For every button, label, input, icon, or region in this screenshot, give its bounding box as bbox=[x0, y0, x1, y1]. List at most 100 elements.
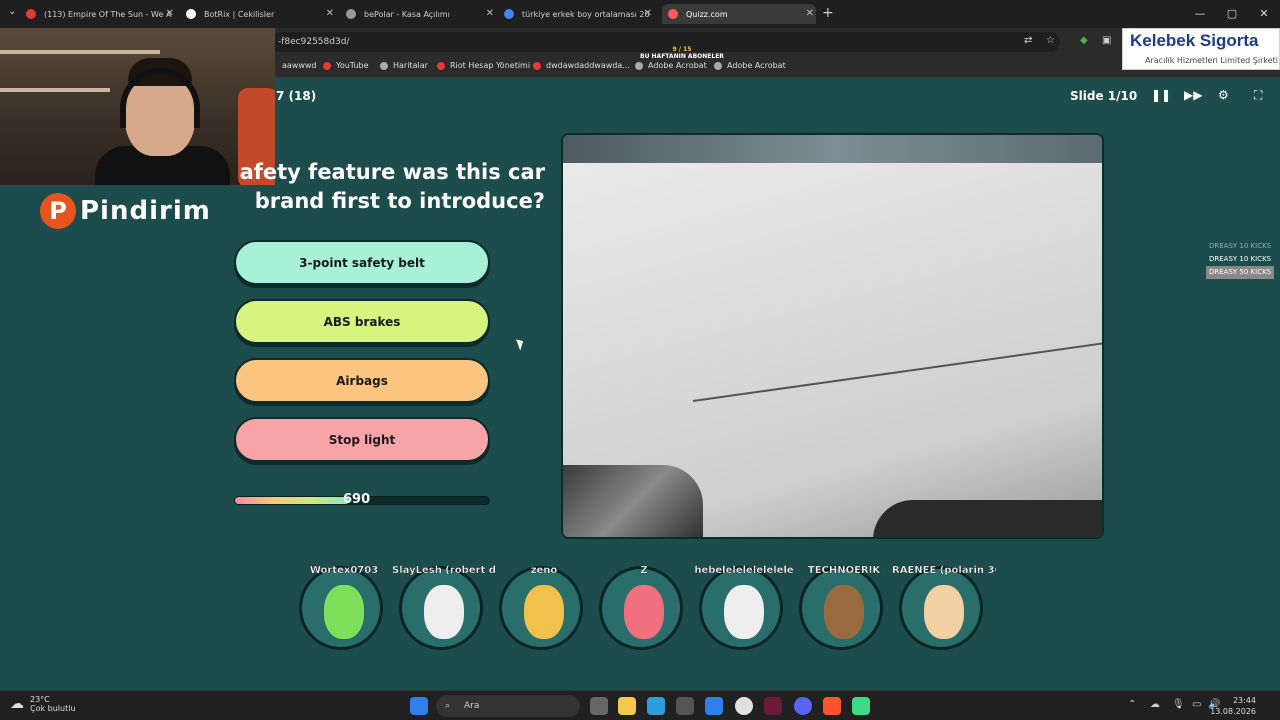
shield-icon[interactable]: ◆ bbox=[1080, 35, 1088, 46]
answer-option-3[interactable]: Airbags bbox=[234, 358, 490, 403]
tab-quizz[interactable]: Quizz.com ✕ bbox=[662, 4, 816, 24]
car-windshield bbox=[563, 135, 1102, 163]
question-image bbox=[561, 133, 1104, 539]
globe-icon bbox=[380, 61, 388, 70]
close-icon[interactable]: ✕ bbox=[326, 8, 334, 19]
clock-date: 13.08.2026 bbox=[1210, 707, 1256, 716]
avatar-face bbox=[924, 585, 964, 639]
close-icon[interactable]: ✕ bbox=[806, 8, 814, 19]
avatar-face bbox=[824, 585, 864, 639]
edge-icon[interactable] bbox=[647, 697, 665, 715]
pause-icon[interactable]: ❚❚ bbox=[1151, 88, 1171, 102]
fast-forward-icon[interactable]: ▶▶ bbox=[1184, 88, 1202, 102]
tab-bepolar[interactable]: bePolar - Kasa Açılımı ✕ bbox=[346, 4, 496, 24]
extensions-icon[interactable]: ▣ bbox=[1102, 35, 1111, 46]
shelf bbox=[0, 50, 160, 54]
kicks-alerts: DREASY 10 KICKS DREASY 10 KICKS DREASY 5… bbox=[1206, 240, 1275, 279]
close-icon[interactable]: ✕ bbox=[486, 8, 494, 19]
minimize-icon[interactable]: — bbox=[1184, 0, 1216, 28]
bookmark-item[interactable]: Riot Hesap Yönetimi bbox=[437, 61, 530, 70]
brave-icon[interactable] bbox=[823, 697, 841, 715]
tab-botrix[interactable]: BotRix | Cekilisler ✕ bbox=[186, 4, 336, 24]
onedrive-icon[interactable]: ☁ bbox=[1150, 699, 1160, 710]
monitor-icon[interactable]: ▭ bbox=[1192, 699, 1201, 710]
answer-option-4[interactable]: Stop light bbox=[234, 417, 490, 462]
close-icon[interactable]: ✕ bbox=[166, 8, 174, 19]
sponsor-title: Kelebek Sigorta bbox=[1130, 31, 1259, 50]
kick-alert: DREASY 10 KICKS bbox=[1209, 255, 1272, 263]
youtube-icon bbox=[323, 61, 331, 70]
cloud-icon: ☁ bbox=[10, 696, 24, 712]
discord-icon[interactable] bbox=[794, 697, 812, 715]
player-name: TECHNOERIK bbox=[807, 565, 881, 576]
bookmark-item[interactable]: YouTube bbox=[323, 61, 369, 70]
player-avatar: TECHNOERIK bbox=[799, 565, 883, 650]
youtube-icon bbox=[533, 61, 541, 70]
banner-count: 9 / 15 bbox=[672, 46, 692, 53]
player-name: zeno bbox=[530, 565, 558, 576]
mail-icon[interactable] bbox=[705, 697, 723, 715]
app-icon[interactable] bbox=[764, 697, 782, 715]
window-controls: — ▢ ✕ bbox=[1184, 0, 1280, 28]
search-icon: ⌕ bbox=[445, 701, 451, 711]
taskbar-search[interactable]: ⌕ Ara bbox=[436, 695, 580, 717]
file-explorer-icon[interactable] bbox=[618, 697, 636, 715]
bookmark-item[interactable]: Adobe Acrobat bbox=[635, 61, 707, 70]
taskbar-clock[interactable]: 23:44 13.08.2026 bbox=[1210, 695, 1256, 717]
bookmark-item[interactable]: Haritalar bbox=[380, 61, 428, 70]
player-name: Z bbox=[640, 565, 648, 576]
player-avatar: zeno bbox=[499, 565, 583, 650]
weather-widget[interactable]: ☁ 23°C Çok bulutlu bbox=[10, 695, 76, 713]
bookmark-item[interactable]: dwdawdaddwawda... bbox=[533, 61, 630, 70]
car-headlight bbox=[563, 465, 703, 537]
player-name: SlayLesh (robert downey) bbox=[392, 565, 496, 576]
browser-tab-bar: ⌄ (113) Empire Of The Sun - We A ✕ BotRi… bbox=[0, 0, 1280, 28]
bookmark-item[interactable]: Adobe Acrobat bbox=[714, 61, 786, 70]
avatar-face bbox=[624, 585, 664, 639]
avatar-face bbox=[424, 585, 464, 639]
android-icon[interactable] bbox=[852, 697, 870, 715]
answer-option-1[interactable]: 3-point safety belt bbox=[234, 240, 490, 285]
tab-title: türkiye erkek boy ortalaması 20 bbox=[522, 9, 650, 19]
kick-alert: DREASY 10 KICKS bbox=[1209, 242, 1272, 250]
close-window-icon[interactable]: ✕ bbox=[1248, 0, 1280, 28]
tab-search-icon[interactable]: ⌄ bbox=[8, 6, 16, 17]
globe-icon bbox=[714, 61, 722, 70]
player-avatar: Z bbox=[599, 565, 683, 650]
tab-youtube[interactable]: (113) Empire Of The Sun - We A ✕ bbox=[26, 4, 176, 24]
avatar-face bbox=[524, 585, 564, 639]
player-avatar: RAENEE (polarin 36.5 aya bbox=[892, 565, 996, 650]
bookmark-star-icon[interactable]: ☆ bbox=[1046, 35, 1055, 46]
tab-google[interactable]: türkiye erkek boy ortalaması 20 ✕ bbox=[504, 4, 654, 24]
weather-condition: Çok bulutlu bbox=[30, 704, 76, 713]
subscriber-banner: 9 / 15 BU HAFTANIN ABONELER bbox=[640, 46, 724, 60]
bookmark-item[interactable]: aawwwd bbox=[282, 61, 317, 70]
close-icon[interactable]: ✕ bbox=[644, 8, 652, 19]
microphone-icon[interactable]: 🎙 bbox=[1172, 699, 1185, 710]
store-icon[interactable] bbox=[676, 697, 694, 715]
windows-start-icon[interactable] bbox=[410, 697, 428, 715]
fullscreen-icon[interactable]: ⛶ bbox=[1254, 88, 1262, 103]
score-value: 690 bbox=[343, 492, 371, 507]
windows-taskbar: ☁ 23°C Çok bulutlu ⌕ Ara ⌃ ☁ 🎙 ▭ 🔊 23:44… bbox=[0, 690, 1280, 720]
sponsor-logo: Kelebek Sigorta Aracılık Hizmetleri Limi… bbox=[1122, 28, 1280, 70]
tab-title: bePolar - Kasa Açılımı bbox=[364, 9, 450, 19]
new-tab-icon[interactable]: + bbox=[822, 5, 834, 21]
gear-icon[interactable]: ⚙ bbox=[1218, 88, 1229, 102]
translate-icon[interactable]: ⇄ bbox=[1024, 35, 1032, 46]
pindirim-icon: P bbox=[40, 193, 76, 229]
answer-option-2[interactable]: ABS brakes bbox=[234, 299, 490, 344]
maximize-icon[interactable]: ▢ bbox=[1216, 0, 1248, 28]
banner-title: BU HAFTANIN ABONELER bbox=[640, 53, 724, 60]
player-avatar: Wortex0703 bbox=[299, 565, 383, 650]
progress-fill bbox=[235, 497, 350, 504]
car-grille bbox=[873, 500, 1102, 537]
task-view-icon[interactable] bbox=[590, 697, 608, 715]
temperature: 23°C bbox=[30, 695, 50, 704]
globe-icon bbox=[346, 9, 356, 19]
player-avatar: hebelelelelelelele bbox=[694, 565, 794, 650]
search-label: Ara bbox=[464, 701, 480, 711]
chrome-icon[interactable] bbox=[735, 697, 753, 715]
avatar-face bbox=[724, 585, 764, 639]
chevron-up-icon[interactable]: ⌃ bbox=[1128, 699, 1136, 710]
